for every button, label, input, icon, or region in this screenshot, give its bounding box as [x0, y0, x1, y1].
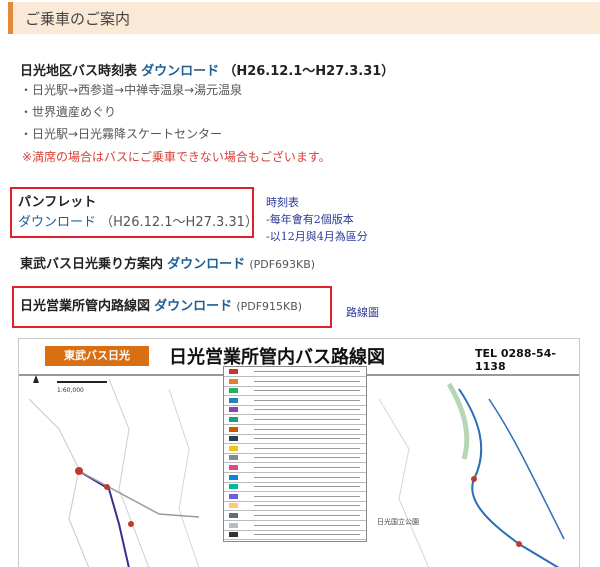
legend-row [224, 377, 366, 387]
legend-text-placeholder [254, 486, 360, 488]
pamphlet-title: パンフレット [18, 195, 97, 210]
section-header: ご乗車のご案内 [8, 2, 600, 34]
legend-swatch [229, 493, 238, 499]
route-item: ・日光駅→西参道→中禅寺温泉→湯元温泉 [20, 83, 243, 97]
boarding-guide-download-link[interactable]: ダウンロード [167, 257, 245, 272]
legend-swatch [229, 417, 238, 422]
legend-row [224, 453, 366, 464]
legend-swatch [229, 369, 238, 374]
legend-row [224, 473, 366, 483]
legend-row [224, 521, 366, 531]
legend-row [224, 530, 366, 541]
legend-swatch [229, 388, 238, 394]
legend-row [224, 501, 366, 512]
capacity-note: ※満席の場合はバスにご乗車できない場合もございます。 [22, 150, 331, 164]
map-brand-badge: 東武バス日光 [45, 346, 149, 366]
legend-text-placeholder [254, 371, 360, 372]
legend-swatch [229, 522, 238, 528]
legend-text-placeholder [254, 476, 360, 478]
boarding-guide-title: 東武バス日光乗り方案内 [20, 257, 164, 272]
legend-text-placeholder [254, 457, 360, 459]
legend-swatch [229, 503, 238, 509]
legend-text-placeholder [254, 399, 360, 401]
legend-row [224, 444, 366, 454]
route-map-row: 日光営業所管内路線図 ダウンロード (PDF915KB) [20, 295, 302, 314]
map-legend [223, 366, 367, 542]
legend-row [224, 386, 366, 397]
legend-row [224, 405, 366, 416]
section-title: ご乗車のご案内 [25, 10, 131, 28]
legend-row [224, 511, 366, 521]
legend-row [224, 492, 366, 502]
route-map-preview[interactable]: 東武バス日光 日光営業所管内バス路線図 TEL 0288-54-1138 1:6… [18, 338, 580, 567]
legend-swatch [229, 484, 238, 490]
legend-row [224, 463, 366, 473]
boarding-guide-row: 東武バス日光乗り方案内 ダウンロード (PDF693KB) [20, 253, 315, 272]
route-map-title: 日光営業所管内路線図 [20, 299, 151, 314]
legend-swatch [229, 436, 238, 442]
legend-text-placeholder [254, 409, 360, 411]
legend-text-placeholder [254, 524, 360, 526]
route-map-file-info: (PDF915KB) [236, 300, 303, 313]
boarding-guide-file-info: (PDF693KB) [249, 258, 316, 271]
legend-swatch [229, 513, 238, 518]
legend-swatch [229, 397, 238, 403]
legend-text-placeholder [254, 390, 360, 392]
pamphlet-annotation-line: -每年會有2個版本 [266, 213, 354, 226]
route-map-download-link[interactable]: ダウンロード [154, 299, 232, 314]
legend-text-placeholder [254, 495, 360, 497]
map-area-label: 日光国立公園 [377, 518, 419, 526]
legend-swatch [229, 426, 238, 432]
legend-swatch [229, 407, 238, 413]
legend-swatch [229, 465, 238, 470]
map-phone-number: TEL 0288-54-1138 [475, 347, 556, 373]
timetable-period: （H26.12.1～H27.3.31） [223, 64, 395, 79]
pamphlet-annotation-line: -以12月與4月為區分 [266, 230, 368, 243]
legend-swatch [229, 378, 238, 384]
pamphlet-download-link[interactable]: ダウンロード [18, 215, 96, 230]
legend-text-placeholder [254, 428, 360, 430]
pamphlet-row: ダウンロード （H26.12.1～H27.3.31） [18, 211, 258, 230]
legend-row [224, 396, 366, 406]
legend-row [224, 482, 366, 493]
legend-text-placeholder [254, 467, 360, 468]
route-map-annotation: 路線圖 [346, 306, 379, 319]
timetable-row: 日光地区バス時刻表 ダウンロード （H26.12.1～H27.3.31） [20, 60, 394, 79]
legend-text-placeholder [254, 515, 360, 516]
legend-text-placeholder [254, 534, 360, 536]
legend-text-placeholder [254, 380, 360, 382]
legend-row [224, 367, 366, 377]
legend-row [224, 415, 366, 425]
map-scale-label: 1:60,000 [57, 387, 84, 394]
legend-swatch [229, 455, 238, 461]
legend-text-placeholder [254, 419, 360, 420]
legend-row [224, 425, 366, 435]
legend-swatch [229, 445, 238, 451]
timetable-title: 日光地区バス時刻表 [20, 64, 138, 79]
pamphlet-period: （H26.12.1～H27.3.31） [100, 215, 258, 230]
timetable-download-link[interactable]: ダウンロード [141, 64, 219, 79]
legend-text-placeholder [254, 505, 360, 507]
route-item: ・世界遺産めぐり [20, 105, 117, 119]
legend-text-placeholder [254, 438, 360, 440]
legend-swatch [229, 474, 238, 480]
pamphlet-annotation-line: 時刻表 [266, 196, 299, 209]
legend-text-placeholder [254, 447, 360, 449]
legend-swatch [229, 532, 238, 538]
route-item: ・日光駅→日光霧降スケートセンター [20, 127, 223, 141]
legend-row [224, 434, 366, 445]
